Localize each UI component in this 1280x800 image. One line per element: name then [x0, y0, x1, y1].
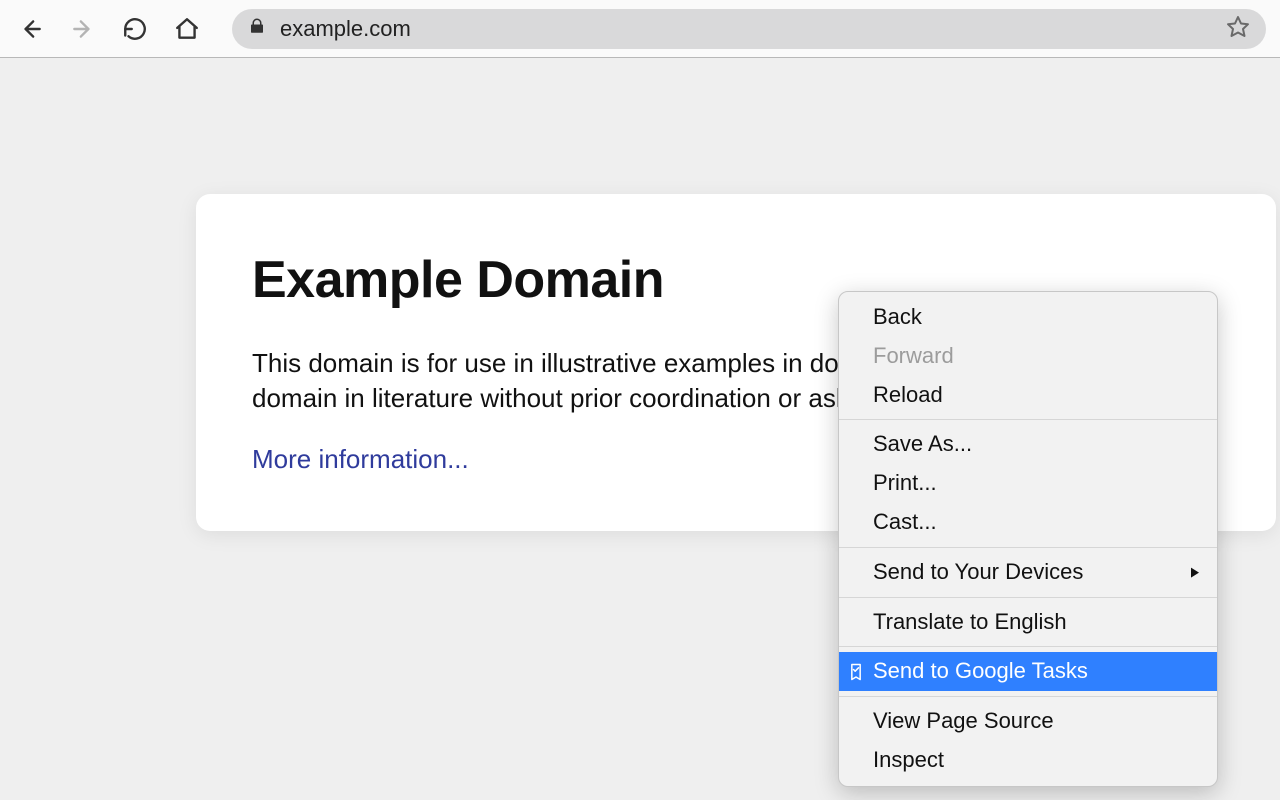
menu-item-label: Inspect [873, 745, 944, 776]
home-icon [174, 16, 200, 42]
menu-item-label: Send to Google Tasks [873, 656, 1088, 687]
bookmark-check-icon [845, 661, 867, 683]
menu-item-view-page-source[interactable]: View Page Source [839, 702, 1217, 741]
more-information-link[interactable]: More information... [252, 444, 469, 474]
menu-item-reload[interactable]: Reload [839, 376, 1217, 415]
menu-item-label: View Page Source [873, 706, 1054, 737]
menu-item-label: Save As... [873, 429, 972, 460]
menu-separator [839, 419, 1217, 420]
menu-item-forward: Forward [839, 337, 1217, 376]
forward-arrow-icon [70, 16, 96, 42]
bookmark-star-button[interactable] [1226, 14, 1250, 43]
menu-separator [839, 597, 1217, 598]
url-text: example.com [280, 16, 1212, 42]
menu-separator [839, 547, 1217, 548]
star-icon [1226, 14, 1250, 38]
reload-button[interactable] [118, 12, 152, 46]
lock-icon [248, 17, 266, 40]
home-button[interactable] [170, 12, 204, 46]
menu-item-inspect[interactable]: Inspect [839, 741, 1217, 780]
address-bar[interactable]: example.com [232, 9, 1266, 49]
menu-item-label: Translate to English [873, 607, 1067, 638]
context-menu: Back Forward Reload Save As... Print... Cast.… [838, 291, 1218, 787]
viewport: Example Domain This domain is for use in… [0, 58, 1280, 800]
menu-item-label: Print... [873, 468, 937, 499]
menu-item-send-to-your-devices[interactable]: Send to Your Devices [839, 553, 1217, 592]
reload-icon [122, 16, 148, 42]
submenu-arrow-icon [1189, 557, 1201, 588]
menu-item-label: Reload [873, 380, 943, 411]
menu-item-back[interactable]: Back [839, 298, 1217, 337]
menu-item-translate-to-english[interactable]: Translate to English [839, 603, 1217, 642]
browser-toolbar: example.com [0, 0, 1280, 58]
forward-button[interactable] [66, 12, 100, 46]
menu-separator [839, 696, 1217, 697]
menu-item-cast[interactable]: Cast... [839, 503, 1217, 542]
menu-item-label: Cast... [873, 507, 937, 538]
menu-item-label: Send to Your Devices [873, 557, 1083, 588]
back-arrow-icon [18, 16, 44, 42]
menu-item-label: Back [873, 302, 922, 333]
back-button[interactable] [14, 12, 48, 46]
menu-item-save-as[interactable]: Save As... [839, 425, 1217, 464]
menu-item-send-to-google-tasks[interactable]: Send to Google Tasks [839, 652, 1217, 691]
menu-item-label: Forward [873, 341, 954, 372]
menu-separator [839, 646, 1217, 647]
menu-item-print[interactable]: Print... [839, 464, 1217, 503]
